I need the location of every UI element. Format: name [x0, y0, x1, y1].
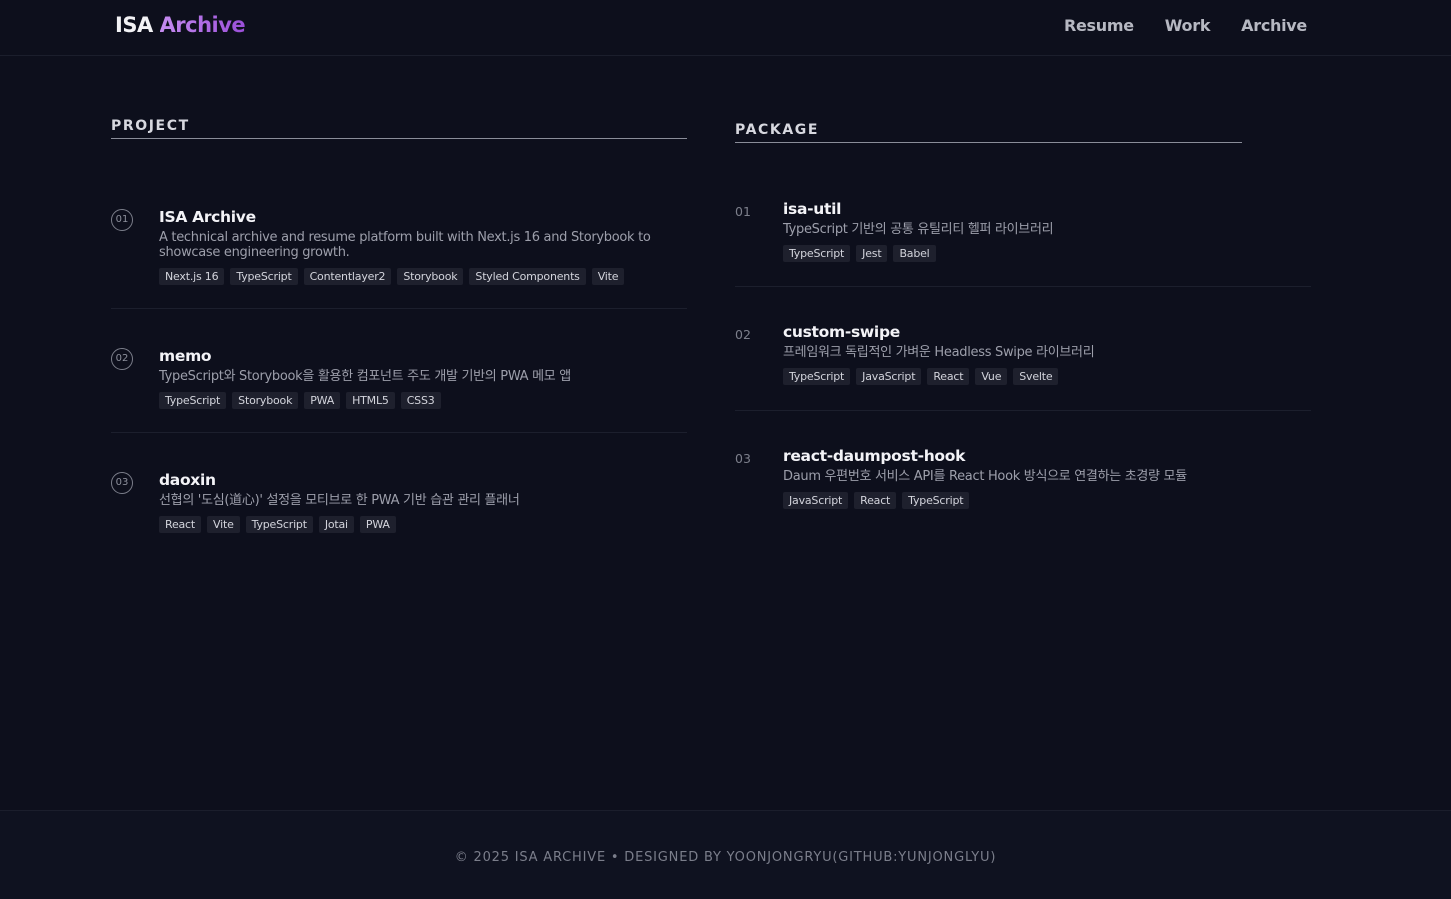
package-description: Daum 우편번호 서비스 API를 React Hook 방식으로 연결하는 … [783, 469, 1187, 484]
project-tags: Next.js 16 TypeScript Contentlayer2 Stor… [159, 268, 687, 285]
tag: Storybook [397, 268, 464, 285]
nav-archive[interactable]: Archive [1241, 16, 1307, 35]
footer-copyright: © 2025 ISA ARCHIVE • DESIGNED BY YOONJON… [454, 850, 997, 865]
logo-accent: Archive [159, 13, 246, 37]
package-description: TypeScript 기반의 공통 유틸리티 헬퍼 라이브러리 [783, 222, 1054, 237]
package-section: PACKAGE 01 isa-util TypeScript 기반의 공통 유틸… [735, 122, 1311, 509]
tag: JavaScript [783, 492, 849, 509]
tag: Jest [856, 245, 888, 262]
tag: Next.js 16 [159, 268, 225, 285]
tag: Vite [591, 268, 625, 285]
project-description: TypeScript와 Storybook을 활용한 컴포넌트 주도 개발 기반… [159, 369, 571, 384]
project-title[interactable]: ISA Archive [159, 208, 687, 226]
package-title[interactable]: isa-util [783, 200, 1311, 218]
package-tags: TypeScript Jest Babel [783, 245, 1311, 262]
package-title[interactable]: custom-swipe [783, 323, 1311, 341]
project-description: A technical archive and resume platform … [159, 230, 651, 260]
tag: PWA [304, 392, 341, 409]
logo-primary: ISA [115, 13, 153, 37]
tag: Storybook [232, 392, 299, 409]
package-title[interactable]: react-daumpost-hook [783, 447, 1311, 465]
project-section-title: PROJECT [111, 118, 687, 139]
tag: React [159, 516, 202, 533]
tag: Vite [207, 516, 240, 533]
tag: TypeScript [245, 516, 313, 533]
project-number: 02 [111, 348, 133, 370]
tag: JavaScript [856, 368, 922, 385]
project-title[interactable]: memo [159, 347, 687, 365]
package-description: 프레임워크 독립적인 가벼운 Headless Swipe 라이브러리 [783, 345, 1095, 360]
site-header: ISA Archive Resume Work Archive [0, 0, 1451, 56]
tag: Styled Components [469, 268, 586, 285]
tag: TypeScript [902, 492, 970, 509]
package-item-isa-util[interactable]: 01 isa-util TypeScript 기반의 공통 유틸리티 헬퍼 라이… [735, 200, 1311, 287]
tag: Jotai [318, 516, 354, 533]
tag: Svelte [1013, 368, 1059, 385]
project-item-daoxin[interactable]: 03 daoxin 선협의 '도심(道心)' 설정을 모티브로 한 PWA 기반… [111, 433, 687, 557]
package-section-title: PACKAGE [735, 122, 1242, 143]
main-nav: Resume Work Archive [1064, 16, 1307, 35]
package-number: 03 [735, 451, 751, 466]
project-tags: TypeScript Storybook PWA HTML5 CSS3 [159, 392, 687, 409]
tag: Vue [975, 368, 1008, 385]
project-description: 선협의 '도심(道心)' 설정을 모티브로 한 PWA 기반 습관 관리 플래너 [159, 493, 520, 508]
project-item-memo[interactable]: 02 memo TypeScript와 Storybook을 활용한 컴포넌트 … [111, 309, 687, 433]
tag: Babel [893, 245, 936, 262]
tag: CSS3 [400, 392, 441, 409]
package-list: 01 isa-util TypeScript 기반의 공통 유틸리티 헬퍼 라이… [735, 200, 1311, 535]
tag: Contentlayer2 [303, 268, 392, 285]
project-item-isa-archive[interactable]: 01 ISA Archive A technical archive and r… [111, 208, 687, 309]
package-number: 02 [735, 327, 751, 342]
page: ISA Archive Resume Work Archive PROJECT … [0, 0, 1451, 899]
project-section: PROJECT 01 ISA Archive A technical archi… [111, 118, 687, 533]
tag: React [854, 492, 897, 509]
tag: React [927, 368, 970, 385]
tag: TypeScript [230, 268, 298, 285]
tag: HTML5 [346, 392, 395, 409]
project-number: 01 [111, 209, 133, 231]
project-title[interactable]: daoxin [159, 471, 687, 489]
nav-resume[interactable]: Resume [1064, 16, 1134, 35]
package-tags: TypeScript JavaScript React Vue Svelte [783, 368, 1311, 385]
package-item-react-daumpost-hook[interactable]: 03 react-daumpost-hook Daum 우편번호 서비스 API… [735, 411, 1311, 535]
tag: TypeScript [159, 392, 227, 409]
package-item-custom-swipe[interactable]: 02 custom-swipe 프레임워크 독립적인 가벼운 Headless … [735, 287, 1311, 411]
tag: PWA [359, 516, 396, 533]
package-tags: JavaScript React TypeScript [783, 492, 1311, 509]
tag: TypeScript [783, 245, 851, 262]
site-logo[interactable]: ISA Archive [115, 13, 246, 37]
project-tags: React Vite TypeScript Jotai PWA [159, 516, 687, 533]
site-footer: © 2025 ISA ARCHIVE • DESIGNED BY YOONJON… [0, 810, 1451, 899]
nav-work[interactable]: Work [1165, 16, 1211, 35]
project-number: 03 [111, 472, 133, 494]
tag: TypeScript [783, 368, 851, 385]
package-number: 01 [735, 204, 751, 219]
project-list: 01 ISA Archive A technical archive and r… [111, 208, 687, 557]
